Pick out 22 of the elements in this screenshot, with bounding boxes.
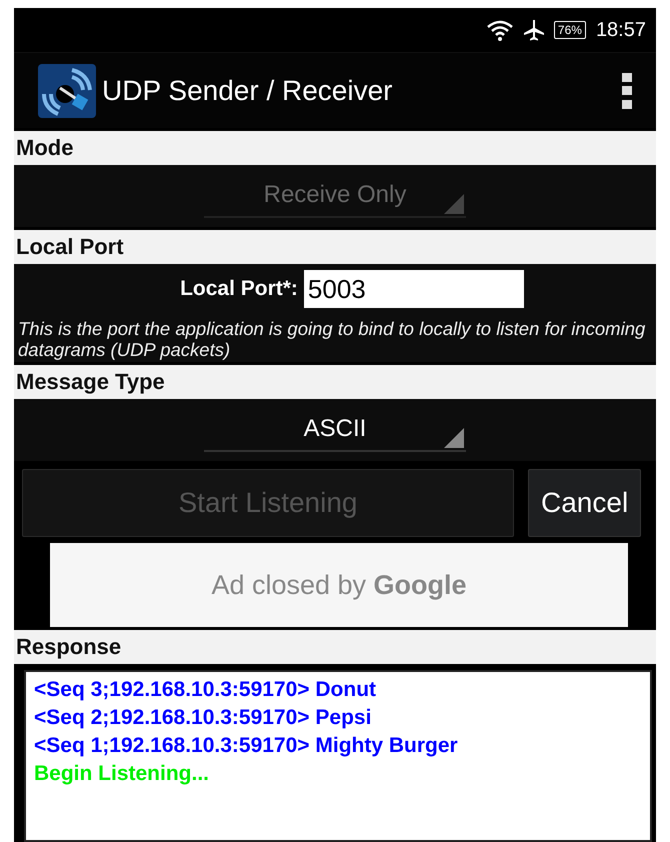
section-header: Mode (14, 131, 656, 165)
overflow-menu-icon[interactable] (622, 72, 632, 108)
log-line: Begin Listening... (34, 761, 210, 787)
log-line: <Seq 1;192.168.10.3:59170> Mighty Burger (34, 733, 459, 759)
log-line: <Seq 3;192.168.10.3:59170> Donut (34, 677, 378, 703)
cancel-button[interactable]: Cancel (528, 469, 642, 537)
app-icon (38, 64, 96, 118)
log-line: <Seq 2;192.168.10.3:59170> Pepsi (34, 705, 372, 731)
hint-text: This is the port the application is going to bind to locally to listen for incoming datagrams (UDP packets) (18, 318, 646, 360)
ad-text: Ad closed by Google (211, 570, 467, 600)
clock-time: 18:57 (596, 18, 646, 42)
dropdown-arrow-icon (444, 194, 464, 214)
section-header: Message Type (14, 365, 656, 399)
field-label: Local Port*: (180, 277, 298, 301)
app-title: UDP Sender / Receiver (102, 74, 394, 106)
airplane-icon (522, 18, 546, 42)
dropdown-arrow-icon (444, 428, 464, 448)
wifi-icon (486, 19, 514, 41)
section-header: Local Port (14, 230, 656, 264)
port-input[interactable]: 5003 (304, 270, 524, 308)
section-header: Response (14, 630, 656, 664)
battery-icon: 76% (554, 21, 586, 39)
